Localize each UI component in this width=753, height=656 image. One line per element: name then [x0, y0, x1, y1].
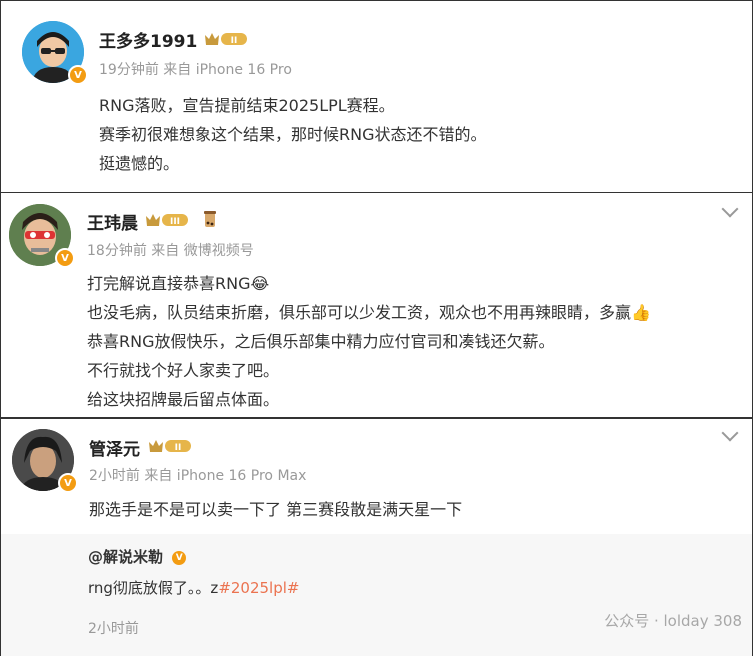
svg-text:III: III [170, 217, 180, 227]
post-body: 那选手是不是可以卖一下了 第三赛段散是满天星一下 [89, 495, 462, 524]
hashtag-link[interactable]: #2025lpl# [218, 579, 299, 597]
chevron-down-icon[interactable] [721, 424, 739, 442]
svg-text:II: II [175, 443, 182, 453]
author-name[interactable]: 管泽元 [89, 435, 140, 460]
post-body: RNG落败，宣告提前结束2025LPL赛程。 赛季初很难想象这个结果，那时候RN… [99, 91, 487, 178]
quoted-text: rng彻底放假了。。z#2025lpl# [88, 579, 300, 597]
verified-icon: V [172, 550, 187, 565]
post-line: 恭喜RNG放假快乐，之后俱乐部集中精力应付官司和凑钱还欠薪。 [87, 332, 555, 351]
level-badge-icon: III [146, 214, 188, 227]
post-card: V 王多多1991 II 19分钟前 来自 iPhone 16 Pro RNG落… [0, 0, 753, 193]
svg-text:II: II [231, 36, 238, 46]
level-badge-icon: II [205, 33, 247, 46]
post-meta: 19分钟前 来自 iPhone 16 Pro [99, 62, 292, 78]
post-line: 也没毛病，队员结束折磨，俱乐部可以少发工资，观众也不用再辣眼睛，多赢👍 [87, 303, 651, 322]
author-name[interactable]: 王多多1991 [99, 27, 197, 52]
post-meta: 2小时前 来自 iPhone 16 Pro Max [89, 468, 307, 484]
post-line: RNG落败，宣告提前结束2025LPL赛程。 [99, 96, 395, 115]
post-meta: 18分钟前 来自 微博视频号 [87, 243, 254, 259]
level-badge-icon: II [149, 440, 191, 453]
post-line: 给这块招牌最后留点体面。 [87, 390, 280, 409]
post-line: 赛季初很难想象这个结果，那时候RNG状态还不错的。 [99, 125, 487, 144]
post-body: 打完解说直接恭喜RNG😂 也没毛病，队员结束折磨，俱乐部可以少发工资，观众也不用… [87, 269, 651, 414]
chevron-down-icon[interactable] [721, 200, 739, 218]
post-card: V 王玮晨 III 18分钟前 来自 微博视频号 打完解说直接恭喜RNG😂 也没… [0, 193, 753, 417]
quoted-author[interactable]: @解说米勒 V [88, 546, 187, 567]
post-line: 挺遗憾的。 [99, 154, 180, 173]
post-card: V 管泽元 II 2小时前 来自 iPhone 16 Pro Max 那选手是不… [0, 417, 753, 656]
quoted-time: 2小时前 [88, 621, 139, 637]
post-line: 不行就找个好人家卖了吧。 [87, 361, 280, 380]
post-line: 打完解说直接恭喜RNG😂 [87, 274, 270, 293]
verified-icon: V [68, 65, 88, 85]
verified-icon: V [55, 248, 75, 268]
verified-icon: V [58, 473, 78, 493]
author-name[interactable]: 王玮晨 [87, 209, 138, 234]
watermark: 公众号 · lolday 308 [604, 612, 742, 630]
repost-quote[interactable]: @解说米勒 V rng彻底放假了。。z#2025lpl# 2小时前 公众号 · … [1, 534, 752, 656]
milk-tea-icon [204, 211, 216, 227]
post-line: 那选手是不是可以卖一下了 第三赛段散是满天星一下 [89, 500, 463, 519]
